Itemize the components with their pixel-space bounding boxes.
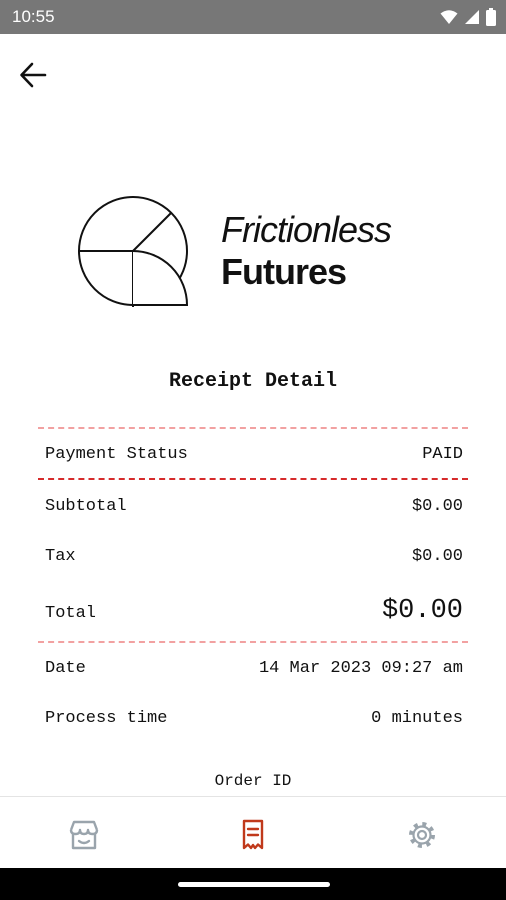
receipt-screen: Frictionless Futures Receipt Detail Paym… (0, 34, 506, 796)
subtotal-row: Subtotal $0.00 (45, 497, 463, 516)
brand-name-line1: Frictionless (221, 209, 392, 250)
system-gesture-bar (0, 868, 506, 900)
settings-gear-icon (409, 822, 435, 848)
payment-status-label: Payment Status (45, 445, 188, 464)
divider-top (38, 427, 468, 429)
tax-value: $0.00 (411, 547, 463, 566)
arrow-back-icon (20, 62, 47, 88)
total-value: $0.00 (381, 596, 463, 626)
subtotal-value: $0.00 (411, 497, 463, 516)
nav-item-store[interactable] (64, 815, 104, 855)
cellular-signal-icon (465, 10, 479, 24)
date-row: Date 14 Mar 2023 09:27 am (45, 659, 463, 678)
status-icons (440, 8, 496, 26)
date-label: Date (45, 659, 86, 678)
tax-row: Tax $0.00 (45, 547, 463, 566)
back-button[interactable] (14, 56, 52, 94)
brand-name-line2: Futures (221, 251, 347, 292)
tax-label: Tax (45, 547, 76, 566)
wifi-icon (440, 10, 458, 24)
process-time-value: 0 minutes (371, 709, 463, 728)
total-row: Total $0.00 (45, 596, 463, 626)
payment-status-row: Payment Status PAID (45, 445, 463, 464)
payment-status-value: PAID (422, 445, 463, 464)
status-bar: 10:55 (0, 0, 506, 34)
battery-icon (486, 8, 496, 26)
order-id-label: Order ID (214, 772, 292, 790)
date-value: 14 Mar 2023 09:27 am (258, 659, 463, 678)
receipt-icon (242, 819, 264, 850)
total-label: Total (45, 604, 97, 623)
subtotal-label: Subtotal (45, 497, 127, 516)
bottom-navigation (0, 796, 506, 868)
process-time-row: Process time 0 minutes (45, 709, 463, 728)
nav-item-settings[interactable] (402, 815, 442, 855)
divider-payment-status (38, 478, 468, 480)
brand-logo-mark (78, 196, 189, 307)
home-gesture-handle[interactable] (178, 882, 330, 887)
nav-item-receipts[interactable] (233, 815, 273, 855)
receipt-title: Receipt Detail (168, 370, 338, 393)
status-time: 10:55 (12, 7, 55, 26)
divider-total (38, 641, 468, 643)
store-icon (69, 820, 99, 850)
process-time-label: Process time (45, 709, 168, 728)
brand-wordmark: Frictionless Futures (221, 208, 392, 294)
